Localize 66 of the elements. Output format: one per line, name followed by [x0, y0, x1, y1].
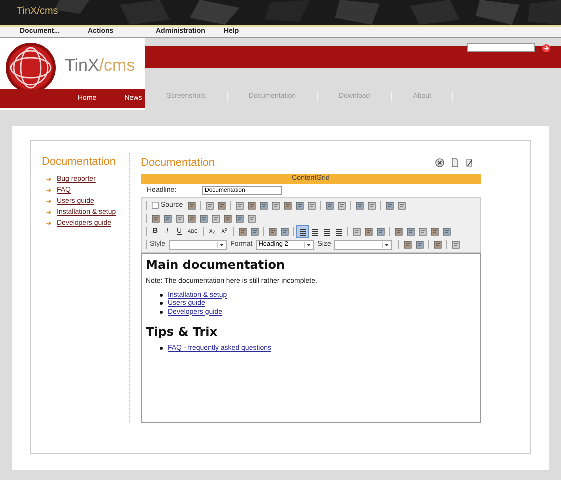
- site-title: TinX/cms: [17, 6, 58, 17]
- align-button[interactable]: [333, 226, 344, 237]
- toolbar-icon[interactable]: [384, 200, 396, 211]
- toolbar-icon[interactable]: [246, 213, 257, 224]
- document-icon[interactable]: [450, 158, 460, 168]
- logo-text: TinX/cms: [65, 56, 136, 76]
- toolbar-icon[interactable]: [396, 200, 408, 211]
- search-field[interactable]: [467, 43, 535, 52]
- dropdown[interactable]: [168, 240, 227, 250]
- toolbar-icon[interactable]: [351, 226, 362, 237]
- toolbar-icon[interactable]: [414, 239, 426, 250]
- toolbar-icon[interactable]: [270, 200, 282, 211]
- toolbar-icon[interactable]: [366, 200, 378, 211]
- toolbar-icon[interactable]: [258, 200, 270, 211]
- page-title: Documentation: [141, 156, 215, 168]
- search-button-icon[interactable]: [542, 44, 551, 53]
- arrow-icon: [46, 199, 52, 204]
- align-button[interactable]: [297, 226, 308, 237]
- toolbar-icon[interactable]: [375, 226, 386, 237]
- caret-icon: [304, 242, 313, 248]
- toolbar-icon[interactable]: [294, 200, 306, 211]
- align-button[interactable]: [321, 226, 332, 237]
- toolbar-icon[interactable]: [432, 239, 444, 250]
- toolbar-icon[interactable]: [393, 226, 404, 237]
- toolbar-icon[interactable]: [237, 226, 248, 237]
- toolbar-icon[interactable]: [204, 200, 216, 211]
- toolbar-icon[interactable]: [363, 226, 374, 237]
- toolbar-icon[interactable]: [246, 200, 258, 211]
- toolbar-icon[interactable]: [234, 200, 246, 211]
- toolbar-icon[interactable]: [306, 200, 318, 211]
- toolbar-icon[interactable]: [282, 200, 294, 211]
- toolbar-icon[interactable]: [336, 200, 348, 211]
- pencil-icon[interactable]: [465, 158, 475, 168]
- toolbar-icon[interactable]: [174, 213, 185, 224]
- caret-icon: [382, 242, 392, 248]
- toolbar-icon[interactable]: [429, 226, 440, 237]
- caret-icon: [216, 242, 226, 248]
- toolbar-icon[interactable]: [234, 213, 245, 224]
- arrow-icon: [46, 177, 52, 182]
- toolbar-icon[interactable]: [198, 213, 209, 224]
- toolbar-icon[interactable]: [222, 213, 233, 224]
- toolbar-icon[interactable]: [186, 213, 197, 224]
- close-icon[interactable]: [435, 158, 445, 168]
- heading: Main documentation: [146, 258, 286, 272]
- toolbar-icon[interactable]: [162, 213, 173, 224]
- toolbar-icon[interactable]: [450, 239, 462, 250]
- toolbar-icon[interactable]: [216, 200, 228, 211]
- source-icon: [152, 202, 159, 209]
- toolbar-icon[interactable]: [279, 226, 290, 237]
- toolbar-icon[interactable]: [210, 213, 221, 224]
- toolbar-icon[interactable]: [441, 226, 452, 237]
- toolbar-icon[interactable]: [267, 226, 278, 237]
- arrow-icon: [46, 188, 52, 193]
- heading: Tips & Trix: [146, 324, 218, 338]
- toolbar-icon[interactable]: [405, 226, 416, 237]
- toolbar-icon[interactable]: [417, 226, 428, 237]
- arrow-icon: [46, 210, 52, 215]
- toolbar-icon[interactable]: [354, 200, 366, 211]
- sidebar-title: Documentation: [42, 156, 117, 168]
- toolbar-icon[interactable]: [249, 226, 260, 237]
- toolbar-icon[interactable]: [402, 239, 414, 250]
- toolbar-icon[interactable]: [324, 200, 336, 211]
- toolbar-icon[interactable]: [150, 213, 161, 224]
- align-button[interactable]: [309, 226, 320, 237]
- arrow-icon: [46, 221, 52, 226]
- toolbar-icon[interactable]: [186, 200, 198, 211]
